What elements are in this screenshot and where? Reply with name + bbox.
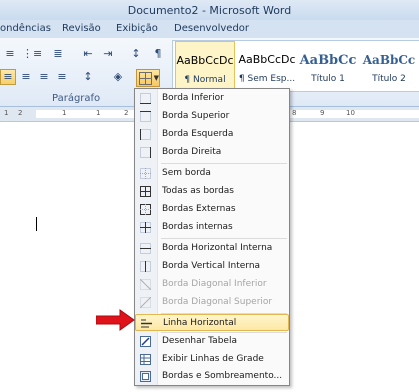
align-right-icon[interactable]: ≡ bbox=[36, 69, 52, 85]
menu-item-inside-borders[interactable]: Bordas internas bbox=[135, 219, 289, 236]
menu-item-all-borders[interactable]: Todas as bordas bbox=[135, 183, 289, 200]
paragraph-group-label: Parágrafo bbox=[52, 93, 101, 104]
ruler-number: 1 bbox=[96, 109, 101, 117]
increase-indent-icon[interactable]: ⇥ bbox=[100, 46, 116, 62]
diagonal-down-border-icon bbox=[140, 279, 151, 290]
view-gridlines-icon bbox=[140, 354, 151, 365]
border-top-icon bbox=[140, 111, 151, 122]
menu-item-border-bottom[interactable]: Borda Inferior bbox=[135, 90, 289, 107]
menu-item-view-gridlines[interactable]: Exibir Linhas de Grade bbox=[135, 351, 289, 368]
menu-item-label: Linha Horizontal bbox=[163, 318, 237, 328]
menu-item-label: Borda Superior bbox=[162, 111, 230, 121]
outside-borders-icon bbox=[140, 204, 151, 215]
ribbon-tabs: ondências Revisão Exibição Desenvolvedor bbox=[0, 20, 419, 39]
window-title: Documento2 - Microsoft Word bbox=[127, 3, 292, 17]
menu-separator bbox=[161, 163, 287, 164]
ruler-number: 2 bbox=[124, 109, 129, 117]
menu-item-label: Borda Esquerda bbox=[162, 129, 234, 139]
style-preview: AaBbCc bbox=[299, 53, 357, 68]
line-spacing-icon[interactable]: ↕ bbox=[80, 69, 96, 85]
menu-item-label: Borda Horizontal Interna bbox=[162, 243, 273, 253]
style-no-spacing[interactable]: AaBbCcDc ¶ Sem Esp... bbox=[237, 41, 297, 91]
menu-separator bbox=[161, 238, 287, 239]
borders-menu: Borda Inferior Borda Superior Borda Esqu… bbox=[134, 88, 290, 386]
menu-item-border-top[interactable]: Borda Superior bbox=[135, 108, 289, 125]
menu-item-label: Borda Direita bbox=[162, 147, 222, 157]
inside-borders-icon bbox=[140, 222, 151, 233]
menu-item-outside-borders[interactable]: Bordas Externas bbox=[135, 201, 289, 218]
chevron-down-icon: ▼ bbox=[153, 74, 159, 82]
menu-item-no-border[interactable]: Sem borda bbox=[135, 165, 289, 182]
show-marks-icon[interactable]: ¶ bbox=[150, 46, 166, 62]
decrease-indent-icon[interactable]: ⇤ bbox=[80, 46, 96, 62]
menu-item-diagonal-down: Borda Diagonal Inferior bbox=[135, 276, 289, 293]
justify-icon[interactable]: ≡ bbox=[54, 69, 70, 85]
numbering-icon[interactable]: ⋮≡ bbox=[22, 46, 42, 62]
align-left-icon[interactable]: ≡ bbox=[0, 69, 16, 85]
menu-item-label: Desenhar Tabela bbox=[162, 336, 237, 346]
style-preview: AaBbCcDc bbox=[238, 53, 296, 66]
red-arrow-pointer bbox=[96, 309, 135, 331]
diagonal-up-border-icon bbox=[140, 297, 151, 308]
all-borders-icon bbox=[140, 186, 151, 197]
inside-vertical-border-icon bbox=[140, 261, 151, 272]
menu-item-inside-vertical[interactable]: Borda Vertical Interna bbox=[135, 258, 289, 275]
multilevel-list-icon[interactable]: ≣ bbox=[50, 46, 66, 62]
tab-review[interactable]: Revisão bbox=[62, 23, 101, 34]
menu-item-diagonal-up: Borda Diagonal Superior bbox=[135, 294, 289, 311]
menu-item-draw-table[interactable]: Desenhar Tabela bbox=[135, 333, 289, 350]
menu-item-borders-shading[interactable]: Bordas e Sombreamento... bbox=[135, 368, 289, 385]
menu-item-border-right[interactable]: Borda Direita bbox=[135, 144, 289, 161]
tab-references[interactable]: ondências bbox=[0, 23, 51, 34]
inside-horizontal-border-icon bbox=[140, 243, 151, 254]
border-bottom-icon bbox=[140, 93, 151, 104]
style-name: ¶ Sem Esp... bbox=[238, 74, 296, 84]
menu-item-label: Borda Diagonal Superior bbox=[162, 297, 273, 307]
text-cursor bbox=[36, 217, 37, 231]
menu-item-label: Exibir Linhas de Grade bbox=[162, 354, 264, 364]
no-border-icon bbox=[140, 168, 151, 179]
style-name: Título 1 bbox=[311, 74, 345, 84]
tab-view[interactable]: Exibição bbox=[116, 23, 158, 34]
menu-item-label: Sem borda bbox=[162, 168, 211, 178]
styles-gallery: AaBbCcDc ¶ Normal AaBbCcDc ¶ Sem Esp... … bbox=[172, 40, 419, 92]
style-name: Título 2 bbox=[372, 74, 406, 84]
ruler-number: 1 bbox=[4, 109, 9, 117]
ruler-number: 1 bbox=[62, 109, 67, 117]
style-heading-2[interactable]: AaBbCc Título 2 bbox=[359, 41, 419, 91]
border-grid-icon bbox=[139, 71, 152, 85]
ruler-number: 8 bbox=[292, 109, 297, 117]
menu-item-label: Bordas e Sombreamento... bbox=[162, 371, 283, 381]
borders-shading-icon bbox=[140, 371, 151, 382]
menu-item-label: Borda Diagonal Inferior bbox=[162, 279, 267, 289]
border-right-icon bbox=[140, 147, 151, 158]
menu-item-label: Todas as bordas bbox=[162, 186, 234, 196]
style-normal[interactable]: AaBbCcDc ¶ Normal bbox=[175, 41, 235, 91]
borders-dropdown-button[interactable]: ▼ bbox=[136, 69, 160, 87]
style-preview: AaBbCcDc bbox=[176, 54, 234, 67]
ruler-number: 2 bbox=[18, 109, 23, 117]
menu-item-border-left[interactable]: Borda Esquerda bbox=[135, 126, 289, 143]
shading-icon[interactable]: ◈ bbox=[110, 69, 126, 85]
menu-item-inside-horizontal[interactable]: Borda Horizontal Interna bbox=[135, 240, 289, 257]
draw-table-icon bbox=[140, 336, 151, 347]
ruler-number: 9 bbox=[320, 109, 325, 117]
ruler-number: 10 bbox=[346, 109, 355, 117]
menu-item-horizontal-line[interactable]: Linha Horizontal bbox=[135, 314, 289, 331]
style-heading-1[interactable]: AaBbCc Título 1 bbox=[298, 41, 358, 91]
bullets-icon[interactable]: ≡ bbox=[2, 46, 18, 62]
horizontal-line-icon bbox=[141, 319, 152, 328]
title-bar: Documento2 - Microsoft Word bbox=[0, 0, 419, 20]
menu-item-label: Bordas internas bbox=[162, 222, 233, 232]
menu-item-label: Borda Inferior bbox=[162, 93, 224, 103]
style-name: ¶ Normal bbox=[184, 75, 226, 85]
align-center-icon[interactable]: ≡ bbox=[18, 69, 34, 85]
sort-icon[interactable]: ↕ bbox=[128, 46, 144, 62]
tab-developer[interactable]: Desenvolvedor bbox=[174, 23, 249, 34]
style-preview: AaBbCc bbox=[362, 53, 416, 67]
border-left-icon bbox=[140, 129, 151, 140]
menu-item-label: Bordas Externas bbox=[162, 204, 236, 214]
menu-item-label: Borda Vertical Interna bbox=[162, 261, 261, 271]
